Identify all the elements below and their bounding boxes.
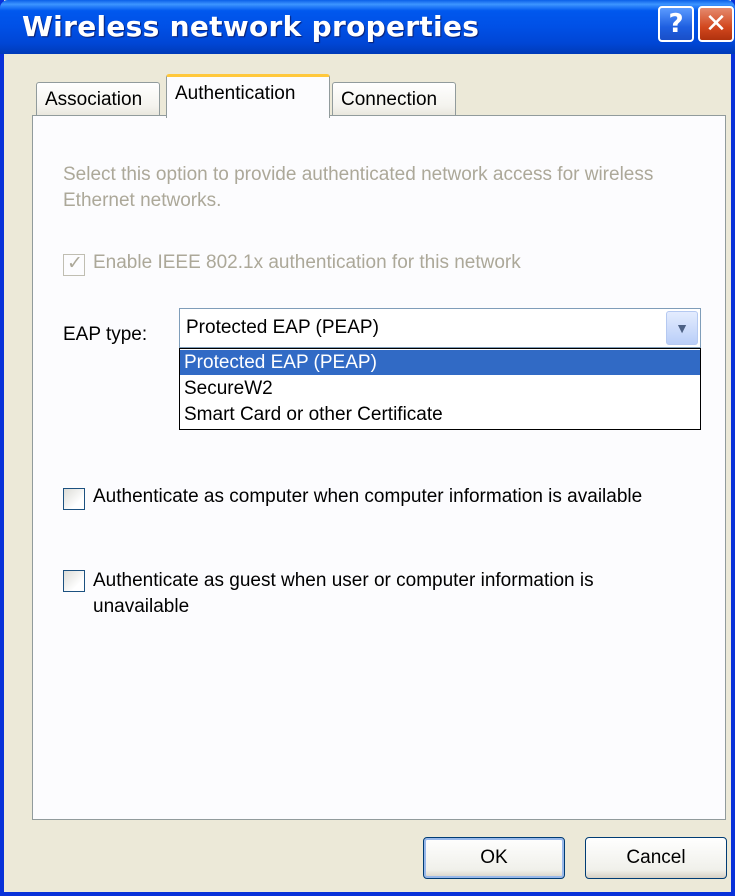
authentication-panel: Select this option to provide authentica…	[32, 115, 726, 820]
eap-type-label: EAP type:	[63, 324, 148, 345]
enable-8021x-row: Enable IEEE 802.1x authentication for th…	[63, 252, 521, 276]
chevron-down-icon[interactable]: ▼	[666, 311, 698, 345]
eap-type-select[interactable]: Protected EAP (PEAP) ▼	[179, 308, 701, 348]
help-button[interactable]: ?	[658, 6, 694, 42]
dropdown-option-smart-card[interactable]: Smart Card or other Certificate	[180, 402, 700, 427]
auth-computer-label: Authenticate as computer when computer i…	[93, 486, 643, 507]
ok-button[interactable]: OK	[423, 837, 565, 879]
auth-computer-row: Authenticate as computer when computer i…	[63, 486, 642, 510]
title-bar[interactable]: Wireless network properties ? ✕	[0, 0, 735, 54]
enable-8021x-checkbox[interactable]	[63, 252, 85, 276]
auth-guest-checkbox[interactable]	[63, 570, 85, 592]
dialog-window: Wireless network properties ? ✕ Associat…	[0, 0, 735, 896]
eap-type-value: Protected EAP (PEAP)	[186, 317, 379, 338]
help-icon: ?	[668, 9, 684, 39]
close-button[interactable]: ✕	[698, 6, 734, 42]
auth-guest-label: Authenticate as guest when user or compu…	[93, 570, 594, 617]
dropdown-option-securew2[interactable]: SecureW2	[180, 376, 700, 401]
window-title: Wireless network properties	[22, 10, 480, 43]
auth-description: Select this option to provide authentica…	[63, 164, 654, 211]
auth-computer-checkbox[interactable]	[63, 488, 85, 510]
dropdown-option-peap[interactable]: Protected EAP (PEAP)	[180, 350, 700, 375]
tab-authentication[interactable]: Authentication	[166, 74, 330, 118]
auth-guest-row: Authenticate as guest when user or compu…	[63, 568, 693, 620]
close-icon: ✕	[705, 9, 727, 39]
tab-association[interactable]: Association	[36, 82, 160, 116]
tab-connection[interactable]: Connection	[332, 82, 456, 116]
cancel-button[interactable]: Cancel	[585, 837, 727, 879]
eap-type-dropdown-list: Protected EAP (PEAP) SecureW2 Smart Card…	[179, 348, 701, 430]
enable-8021x-label: Enable IEEE 802.1x authentication for th…	[93, 252, 521, 273]
